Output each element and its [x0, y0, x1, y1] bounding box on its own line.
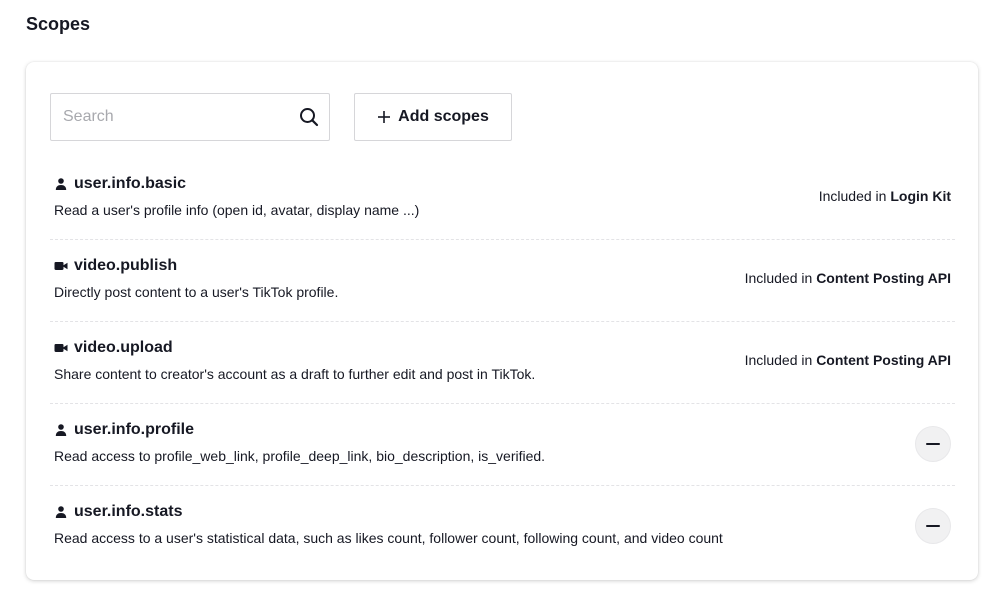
add-scopes-button[interactable]: Add scopes — [354, 93, 512, 141]
plus-icon — [378, 111, 391, 123]
included-in-label: Included in Login Kit — [819, 188, 951, 204]
scope-row: user.info.basic Read a user's profile in… — [50, 158, 955, 240]
included-in-label: Included in Content Posting API — [745, 352, 951, 368]
minus-icon — [926, 525, 940, 527]
scope-title: user.info.basic — [54, 175, 186, 193]
remove-scope-button[interactable] — [915, 426, 951, 462]
scope-row: user.info.profile Read access to profile… — [50, 404, 955, 486]
scope-name: user.info.basic — [74, 175, 187, 192]
scope-description: Read a user's profile info (open id, ava… — [54, 202, 420, 218]
user-icon — [55, 424, 67, 436]
scope-row: video.upload Share content to creator's … — [50, 322, 955, 404]
minus-icon — [926, 443, 940, 445]
scope-list: user.info.basic Read a user's profile in… — [50, 158, 955, 567]
included-product: Content Posting API — [816, 352, 951, 368]
user-icon — [55, 506, 67, 518]
scope-title: video.publish — [54, 257, 177, 275]
included-prefix: Included in — [818, 188, 891, 204]
scope-name: user.info.stats — [74, 503, 183, 520]
scope-name: video.upload — [74, 339, 173, 356]
scope-title: video.upload — [54, 339, 173, 357]
scope-name: video.publish — [74, 257, 178, 274]
scope-description: Share content to creator's account as a … — [54, 366, 536, 382]
video-camera-icon — [54, 344, 68, 352]
page-title: Scopes — [26, 14, 91, 34]
scope-description: Read access to profile_web_link, profile… — [54, 448, 546, 464]
scope-description: Directly post content to a user's TikTok… — [54, 284, 339, 300]
scopes-card: Add scopes user.info.basic Read a user's… — [26, 62, 978, 580]
included-prefix: Included in — [744, 270, 817, 286]
scope-description: Read access to a user's statistical data… — [54, 530, 723, 546]
included-in-label: Included in Content Posting API — [745, 270, 951, 286]
remove-scope-button[interactable] — [915, 508, 951, 544]
included-prefix: Included in — [744, 352, 817, 368]
search-icon[interactable] — [299, 107, 319, 127]
included-product: Content Posting API — [816, 270, 951, 286]
scope-title: user.info.profile — [54, 421, 194, 439]
video-camera-icon — [54, 262, 68, 270]
search-box[interactable] — [50, 93, 330, 141]
search-input[interactable] — [63, 94, 283, 140]
scope-title: user.info.stats — [54, 503, 182, 521]
included-product: Login Kit — [890, 188, 951, 204]
add-scopes-label: Add scopes — [398, 108, 489, 125]
scope-row: user.info.stats Read access to a user's … — [50, 486, 955, 567]
scope-row: video.publish Directly post content to a… — [50, 240, 955, 322]
user-icon — [55, 178, 67, 190]
scope-name: user.info.profile — [74, 421, 195, 438]
